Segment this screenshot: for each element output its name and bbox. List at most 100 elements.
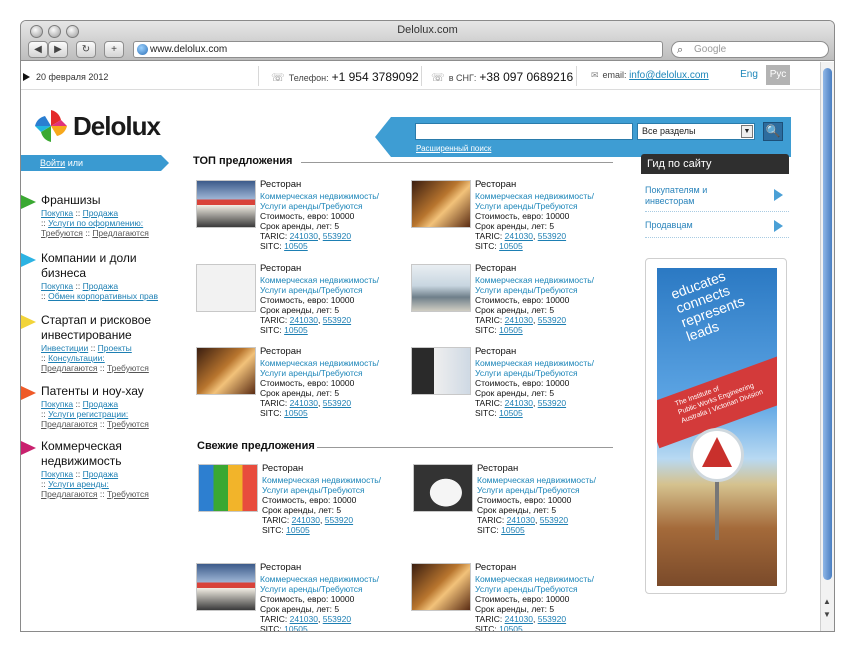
forward-button[interactable]: ▶ [48, 41, 68, 58]
offer-category[interactable]: Услуги аренды/Требуются [262, 485, 381, 495]
nav-link[interactable]: Покупка [41, 399, 73, 409]
advanced-search-link[interactable]: Расширенный поиск [416, 144, 491, 153]
nav-link[interactable]: Продажа [83, 469, 118, 479]
offer-category[interactable]: Коммерческая недвижимость/ [475, 358, 594, 368]
offer-card[interactable]: Ресторан Коммерческая недвижимость/Услуги… [411, 563, 611, 631]
address-bar[interactable]: www.delolux.com [133, 41, 663, 58]
nav-link[interactable]: Покупка [41, 208, 73, 218]
add-bookmark-button[interactable]: + [104, 41, 124, 58]
offer-thumbnail[interactable] [411, 264, 471, 312]
offer-title[interactable]: Ресторан [260, 347, 379, 357]
offer-category[interactable]: Услуги аренды/Требуются [475, 584, 594, 594]
offer-card[interactable]: Ресторан Коммерческая недвижимость/Услуги… [411, 347, 611, 427]
offer-title[interactable]: Ресторан [262, 464, 381, 474]
taric-link[interactable]: 553920 [538, 315, 566, 325]
offer-category[interactable]: Услуги аренды/Требуются [260, 584, 379, 594]
offer-title[interactable]: Ресторан [260, 563, 379, 573]
taric-link[interactable]: 241030 [290, 315, 318, 325]
sitc-link[interactable]: 10505 [284, 325, 308, 335]
nav-link[interactable]: Предлагаются [92, 228, 149, 238]
ad-banner[interactable]: educates connects represents leads The I… [645, 258, 787, 594]
search-submit-button[interactable]: 🔍 [763, 122, 783, 141]
offer-title[interactable]: Ресторан [260, 264, 379, 274]
site-search-input[interactable] [415, 123, 633, 140]
nav-link[interactable]: Продажа [83, 208, 118, 218]
sitc-link[interactable]: 10505 [499, 624, 523, 631]
scroll-down-arrow-icon[interactable]: ▼ [823, 610, 831, 619]
nav-link[interactable]: Консультации: [48, 353, 105, 363]
guide-item-buyers-arrow[interactable] [645, 185, 789, 201]
nav-link[interactable]: Требуются [107, 489, 149, 499]
taric-link[interactable]: 241030 [507, 515, 535, 525]
taric-link[interactable]: 241030 [290, 231, 318, 241]
offer-thumbnail[interactable] [196, 264, 256, 312]
taric-link[interactable]: 241030 [292, 515, 320, 525]
offer-category[interactable]: Коммерческая недвижимость/ [260, 574, 379, 584]
offer-title[interactable]: Ресторан [475, 180, 594, 190]
sitc-link[interactable]: 10505 [499, 325, 523, 335]
offer-thumbnail[interactable] [196, 347, 256, 395]
nav-link[interactable]: Требуются [107, 363, 149, 373]
offer-category[interactable]: Коммерческая недвижимость/ [260, 191, 379, 201]
scroll-up-arrow-icon[interactable]: ▲ [823, 597, 831, 606]
login-link[interactable]: Войти [40, 158, 65, 168]
offer-category[interactable]: Коммерческая недвижимость/ [262, 475, 381, 485]
offer-category[interactable]: Коммерческая недвижимость/ [475, 275, 594, 285]
nav-link[interactable]: Обмен корпоративных прав [48, 291, 158, 301]
taric-link[interactable]: 553920 [538, 398, 566, 408]
offer-category[interactable]: Коммерческая недвижимость/ [477, 475, 596, 485]
offer-thumbnail[interactable] [196, 180, 256, 228]
nav-link[interactable]: Требуются [41, 228, 83, 238]
offer-card[interactable]: Ресторан Коммерческая недвижимость/Услуги… [411, 180, 611, 260]
offer-category[interactable]: Услуги аренды/Требуются [475, 201, 594, 211]
taric-link[interactable]: 553920 [323, 231, 351, 241]
offer-category[interactable]: Услуги аренды/Требуются [477, 485, 596, 495]
lang-rus-button[interactable]: Рус [766, 65, 790, 85]
taric-link[interactable]: 553920 [323, 315, 351, 325]
taric-link[interactable]: 553920 [540, 515, 568, 525]
taric-link[interactable]: 553920 [538, 614, 566, 624]
offer-thumbnail[interactable] [411, 563, 471, 611]
category-title[interactable]: Патенты и ноу-хау [41, 384, 181, 399]
register-link[interactable]: Зарегистрироваться [40, 174, 125, 184]
sitc-link[interactable]: 10505 [284, 624, 308, 631]
offer-category[interactable]: Услуги аренды/Требуются [475, 285, 594, 295]
lang-eng-button[interactable]: Eng [737, 65, 761, 85]
offer-category[interactable]: Услуги аренды/Требуются [475, 368, 594, 378]
nav-link[interactable]: Услуги регистрации: [48, 409, 128, 419]
nav-link[interactable]: Предлагаются [41, 419, 98, 429]
nav-link[interactable]: Продажа [83, 399, 118, 409]
sitc-link[interactable]: 10505 [499, 408, 523, 418]
offer-card[interactable]: Ресторан Коммерческая недвижимость/Услуги… [196, 264, 396, 344]
browser-search-input[interactable]: ⌕ Google [671, 41, 829, 58]
offer-category[interactable]: Услуги аренды/Требуются [260, 201, 379, 211]
sitc-link[interactable]: 10505 [284, 408, 308, 418]
taric-link[interactable]: 241030 [505, 398, 533, 408]
back-button[interactable]: ◀ [28, 41, 48, 58]
offer-card[interactable]: Ресторан Коммерческая недвижимость/Услуги… [196, 563, 396, 631]
taric-link[interactable]: 553920 [325, 515, 353, 525]
category-title[interactable]: Компании и доли бизнеса [41, 251, 141, 281]
taric-link[interactable]: 241030 [505, 614, 533, 624]
category-title[interactable]: Коммерческая недвижимость [41, 439, 151, 469]
offer-card[interactable]: Ресторан Коммерческая недвижимость/Услуги… [413, 464, 613, 544]
offer-category[interactable]: Услуги аренды/Требуются [260, 368, 379, 378]
taric-link[interactable]: 241030 [505, 315, 533, 325]
taric-link[interactable]: 553920 [323, 398, 351, 408]
reload-button[interactable]: ↻ [76, 41, 96, 58]
guide-item-sellers[interactable]: Продавцам [645, 220, 789, 232]
email-link[interactable]: info@delolux.com [629, 70, 709, 81]
offer-category[interactable]: Коммерческая недвижимость/ [475, 191, 594, 201]
taric-link[interactable]: 241030 [290, 398, 318, 408]
vertical-scrollbar[interactable]: ▲ ▼ [820, 62, 834, 631]
offer-title[interactable]: Ресторан [475, 264, 594, 274]
nav-link[interactable]: Услуги по оформлению: [48, 218, 143, 228]
nav-link[interactable]: Покупка [41, 281, 73, 291]
offer-title[interactable]: Ресторан [475, 347, 594, 357]
category-title[interactable]: Стартап и рисковое инвестирование [41, 313, 166, 343]
nav-link[interactable]: Предлагаются [41, 489, 98, 499]
sitc-link[interactable]: 10505 [286, 525, 310, 535]
offer-thumbnail[interactable] [411, 347, 471, 395]
offer-category[interactable]: Услуги аренды/Требуются [260, 285, 379, 295]
offer-card[interactable]: Ресторан Коммерческая недвижимость/Услуги… [196, 180, 396, 260]
